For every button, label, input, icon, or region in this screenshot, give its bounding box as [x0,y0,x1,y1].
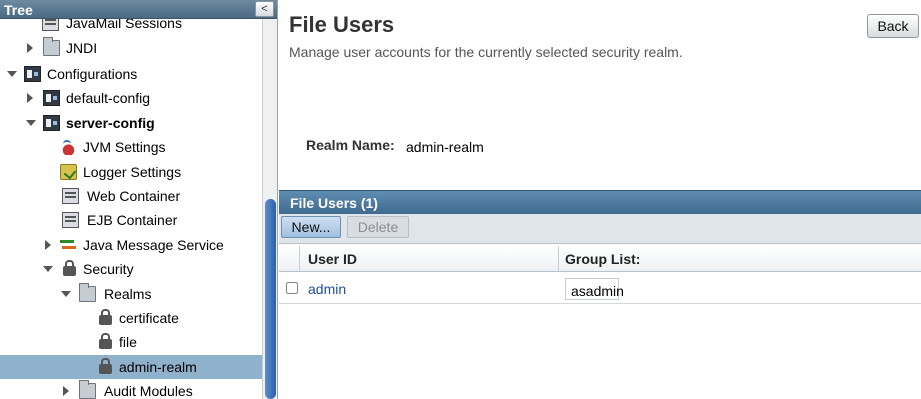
content-pane: File Users Manage user accounts for the … [279,0,921,399]
server-icon [42,19,59,31]
lock-icon [99,333,112,349]
group-list-value: asadmin [565,278,624,300]
collapse-arrow-icon[interactable] [61,291,71,297]
page-help-text: Manage user accounts for the currently s… [289,44,683,60]
table-row: admin asadmin [279,273,921,304]
tree-item-label: Security [83,261,134,277]
tree-item-configurations[interactable]: Configurations [0,62,262,86]
logger-icon [60,164,77,180]
expand-arrow-icon[interactable] [63,386,69,396]
tree-item-label: Realms [104,286,152,302]
java-icon [60,139,77,155]
navigation-tree: JavaMail Sessions JNDI Configurations de… [0,19,262,399]
expand-arrow-icon[interactable] [27,93,33,103]
table-header: User ID Group List: [279,246,921,272]
expand-arrow-icon[interactable] [45,240,51,250]
tree-item-label: JVM Settings [83,139,166,155]
tree-title: Tree [4,2,33,18]
tree-item-security[interactable]: Security [0,257,262,281]
table-title-bar: File Users (1) [279,190,921,214]
column-header-user-id[interactable]: User ID [300,246,559,272]
tree-header: Tree < [0,0,277,19]
table-title: File Users (1) [290,195,378,211]
config-icon [24,66,41,82]
tree-item-certificate[interactable]: certificate [0,306,262,330]
tree-item-label: Configurations [47,66,138,82]
expand-arrow-icon[interactable] [27,43,33,53]
tree-item-ejb-container[interactable]: EJB Container [0,208,262,232]
tree-item-label: server-config [66,115,155,131]
column-header-group-list[interactable]: Group List: [559,246,921,272]
config-icon [43,115,60,131]
realm-name-label: Realm Name: [306,137,395,153]
tree-item-label: EJB Container [87,212,178,228]
page-title: File Users [289,12,395,37]
column-header-label: User ID [308,251,358,267]
tree-item-server-config[interactable]: server-config [0,111,262,135]
folder-icon [79,380,96,399]
config-icon [43,90,60,106]
tree-item-label: Audit Modules [104,383,193,399]
tree-item-label: admin-realm [119,359,197,375]
tree-item-label: default-config [66,90,151,106]
tree-item-web-container[interactable]: Web Container [0,184,262,208]
column-header-label: Group List: [565,251,641,267]
tree-item-label: JavaMail Sessions [66,19,182,31]
tree-item-label: JNDI [66,40,98,56]
row-select-checkbox[interactable] [286,282,298,294]
tree-item-default-config[interactable]: default-config [0,86,262,110]
tree-item-admin-realm[interactable]: admin-realm [0,355,262,379]
tree-item-javamail-sessions[interactable]: JavaMail Sessions [0,19,262,35]
collapse-arrow-icon[interactable] [43,266,53,272]
collapse-arrow-icon[interactable] [26,120,36,126]
back-button[interactable]: Back [867,14,919,38]
collapse-arrow-icon[interactable] [7,71,17,77]
user-id-link[interactable]: admin [308,281,346,297]
lock-icon [63,260,76,276]
new-user-button[interactable]: New... [281,216,341,238]
folder-icon [79,283,96,302]
tree-item-jndi[interactable]: JNDI [0,36,262,60]
tree-item-label: file [119,334,137,350]
tree-item-realms[interactable]: Realms [0,282,262,306]
tree-item-java-message-service[interactable]: Java Message Service [0,233,262,257]
table-toolbar: New... Delete [279,214,921,244]
folder-icon [43,37,60,56]
tree-pane: Tree < JavaMail Sessions JNDI Configurat… [0,0,278,399]
lock-icon [99,309,112,325]
server-icon [62,188,79,204]
tree-item-label: Java Message Service [83,237,224,253]
tree-item-label: certificate [119,310,179,326]
jms-icon [60,237,77,253]
tree-item-label: Web Container [87,188,181,204]
collapse-tree-button[interactable]: < [255,1,274,17]
delete-user-button[interactable]: Delete [347,216,409,238]
lock-icon [99,358,112,374]
tree-item-logger-settings[interactable]: Logger Settings [0,160,262,184]
tree-item-jvm-settings[interactable]: JVM Settings [0,135,262,159]
select-column-header[interactable] [279,246,300,272]
tree-item-file[interactable]: file [0,330,262,354]
tree-item-audit-modules[interactable]: Audit Modules [0,379,262,399]
scrollbar-thumb[interactable] [265,199,276,399]
realm-name-value: admin-realm [406,139,484,155]
tree-scrollbar[interactable] [262,19,277,399]
server-icon [62,212,79,228]
tree-item-label: Logger Settings [83,164,182,180]
